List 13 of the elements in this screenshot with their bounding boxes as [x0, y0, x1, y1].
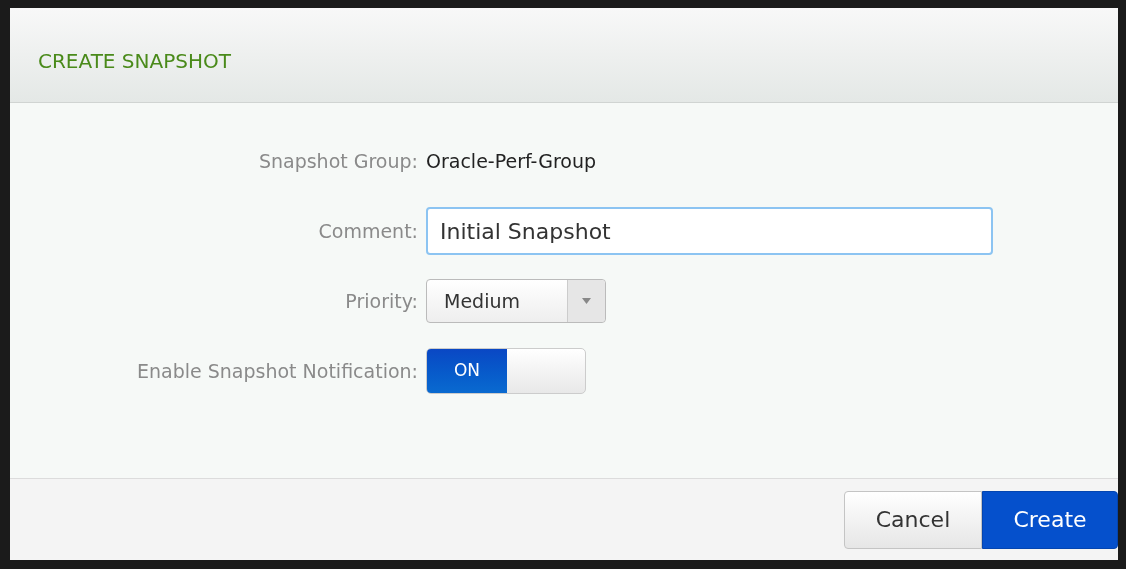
field-label: Priority: — [344, 288, 419, 314]
field-label: Enable Snapshot Notification: — [135, 358, 419, 384]
create-button[interactable]: Create — [982, 490, 1118, 549]
select-value: Medium — [443, 288, 521, 314]
field-label: Comment: — [317, 218, 419, 244]
dialog-title: CREATE SNAPSHOT — [38, 48, 231, 75]
group-value: Oracle-Perf-Group — [426, 148, 596, 174]
caret-icon — [582, 298, 591, 304]
comment-field[interactable]: Initial Snapshot — [426, 207, 993, 255]
cancel-button[interactable]: Cancel — [844, 490, 982, 549]
priority-select[interactable]: Medium — [426, 279, 606, 323]
field-label: Snapshot Group: — [257, 148, 419, 174]
notification-toggle[interactable]: ON — [426, 348, 586, 394]
